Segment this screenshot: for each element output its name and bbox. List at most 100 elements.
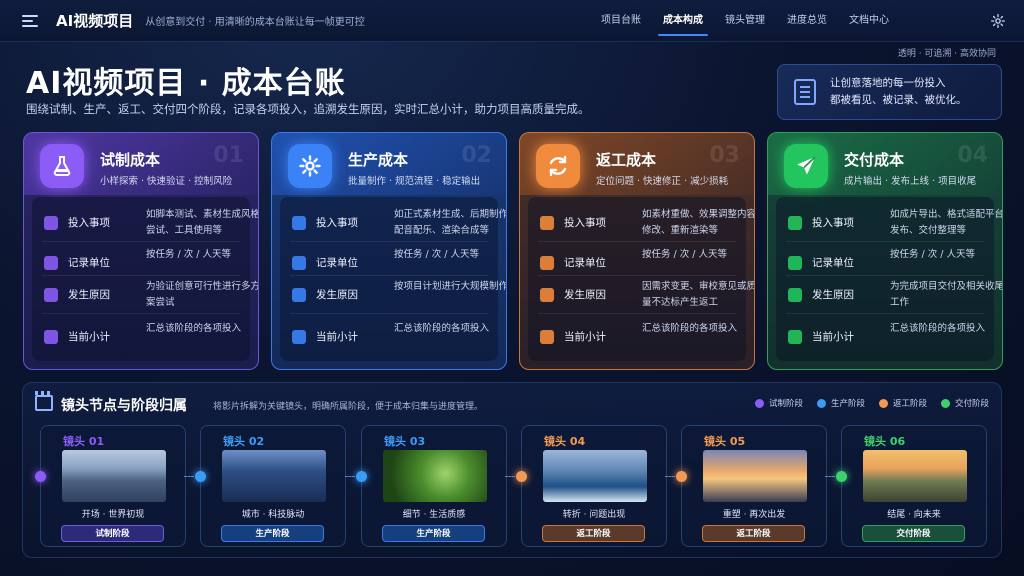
tab-project-ledger[interactable]: 项目台账 [590,0,652,42]
tab-shot-management[interactable]: 镜头管理 [714,0,776,42]
legend-dot [816,398,826,408]
shot-label: 镜头 05 [704,435,746,448]
timeline-node [836,471,847,482]
card-row: 当前小计 汇总该阶段的各项投入 [528,321,746,353]
row-value: 因需求变更、审校意见或质量不达标产生返工 [642,281,755,308]
shot-thumbnail[interactable] [383,450,487,502]
shot-thumbnail[interactable] [703,450,807,502]
menu-icon[interactable] [22,14,38,27]
shot-card[interactable]: 镜头 02 城市 · 科技脉动 生产阶段 [200,425,346,547]
app-subtitle: 从创意到交付 · 用清晰的成本台账让每一帧更可控 [145,17,365,28]
card-body: 投入事项 如成片导出、格式适配平台发布、交付整理等 记录单位 按任务 / 次 / 人天… [776,197,1002,361]
form-icon [788,216,802,230]
shot-card[interactable]: 镜头 05 重塑 · 再次出发 返工阶段 [681,425,827,547]
tab-progress-overview[interactable]: 进度总览 [776,0,838,42]
card-subtitle: 批量制作 · 规范流程 · 稳定输出 [348,176,481,187]
shot-stage-badge[interactable]: 生产阶段 [221,525,324,542]
timeline-node [35,471,46,482]
shot-stage-badge[interactable]: 交付阶段 [862,525,965,542]
flask-icon [40,144,84,188]
legend-dot [754,398,764,408]
calendar-icon [292,256,306,270]
clapperboard-icon [35,391,53,411]
divider [42,313,240,314]
stage-card-01[interactable]: 试制成本 小样探索 · 快速验证 · 控制风险 01 投入事项 如脚本测试、素材生成风格… [23,132,259,370]
divider [290,313,488,314]
divider [42,275,240,276]
shot-timeline: 镜头节点与阶段归属 将影片拆解为关键镜头，明确所属阶段，便于成本归集与进度管理。… [22,382,1002,558]
stage-legend: 试制阶段 生产阶段 返工阶段 交付阶段 [741,397,989,409]
quote-line-2: 都被看见、被记录、被优化。 [830,94,967,106]
card-header: 试制成本 小样探索 · 快速验证 · 控制风险 01 [24,133,258,195]
tagline: 透明 · 可追溯 · 高效协同 [897,49,996,59]
shot-stage-badge[interactable]: 返工阶段 [702,525,805,542]
main-nav: 项目台账 成本构成 镜头管理 进度总览 文档中心 [590,0,900,42]
legend-label: 返工阶段 [892,399,927,409]
alert-icon [292,288,306,302]
legend-item: 试制阶段 [754,397,803,409]
shot-thumbnail[interactable] [863,450,967,502]
legend-dot [878,398,888,408]
calendar-icon [44,256,58,270]
stage-card-02[interactable]: 生产成本 批量制作 · 规范流程 · 稳定输出 02 投入事项 如正式素材生成、后期制作… [271,132,507,370]
card-subtitle: 成片输出 · 发布上线 · 项目收尾 [844,176,977,187]
shot-stage-badge[interactable]: 试制阶段 [61,525,164,542]
card-row: 投入事项 如正式素材生成、后期制作配音配乐、渲染合成等 [280,207,506,239]
row-label: 记录单位 [68,257,110,269]
row-label: 投入事项 [316,217,358,229]
divider [538,313,736,314]
card-row: 当前小计 汇总该阶段的各项投入 [32,321,250,353]
gear-icon[interactable] [990,13,1006,29]
shot-label: 镜头 02 [223,435,265,448]
row-label: 记录单位 [316,257,358,269]
shot-card[interactable]: 镜头 01 开场 · 世界初现 试制阶段 [40,425,186,547]
row-value: 按任务 / 次 / 人天等 [890,249,975,260]
stage-card-04[interactable]: 交付成本 成片输出 · 发布上线 · 项目收尾 04 投入事项 如成片导出、格式适配平台… [767,132,1003,370]
card-header: 生产成本 批量制作 · 规范流程 · 稳定输出 02 [272,133,506,195]
legend-label: 交付阶段 [954,399,989,409]
row-value: 如成片导出、格式适配平台发布、交付整理等 [890,209,1003,236]
card-row: 发生原因 为完成项目交付及相关收尾工作 [776,279,1002,311]
calendar-icon [788,256,802,270]
divider [786,275,984,276]
legend-label: 试制阶段 [768,399,803,409]
shot-card[interactable]: 镜头 04 转折 · 问题出现 返工阶段 [521,425,667,547]
timeline-description: 将影片拆解为关键镜头，明确所属阶段，便于成本归集与进度管理。 [213,402,484,412]
shot-stage-badge[interactable]: 返工阶段 [542,525,645,542]
timeline-connector [505,476,515,477]
row-value: 按任务 / 次 / 人天等 [642,249,727,260]
row-label: 投入事项 [68,217,110,229]
tab-cost-structure[interactable]: 成本构成 [652,0,714,42]
shot-thumbnail[interactable] [222,450,326,502]
row-label: 当前小计 [316,331,358,343]
shot-thumbnail[interactable] [543,450,647,502]
summary-icon [44,330,58,344]
row-label: 发生原因 [68,289,110,301]
row-label: 当前小计 [68,331,110,343]
row-label: 投入事项 [564,217,606,229]
divider [290,275,488,276]
timeline-node [356,471,367,482]
tab-document-center[interactable]: 文档中心 [838,0,900,42]
row-label: 发生原因 [812,289,854,301]
row-label: 记录单位 [564,257,606,269]
shot-stage-badge[interactable]: 生产阶段 [382,525,485,542]
shot-card[interactable]: 镜头 03 细节 · 生活质感 生产阶段 [361,425,507,547]
row-value: 如脚本测试、素材生成风格尝试、工具使用等 [146,209,259,236]
refresh-icon [536,144,580,188]
card-row: 发生原因 因需求变更、审校意见或质量不达标产生返工 [528,279,754,311]
shot-thumbnail[interactable] [62,450,166,502]
timeline-connector [184,476,194,477]
card-row: 投入事项 如素材重做、效果调整内容修改、重新渲染等 [528,207,754,239]
app-title: AI视频项目 [56,12,134,30]
stage-card-03[interactable]: 返工成本 定位问题 · 快速修正 · 减少损耗 03 投入事项 如素材重做、效果调整内容… [519,132,755,370]
divider [786,241,984,242]
shot-card[interactable]: 镜头 06 结尾 · 向未来 交付阶段 [841,425,987,547]
shot-label: 镜头 01 [63,435,105,448]
legend-dot [940,398,950,408]
row-value: 汇总该阶段的各项投入 [642,323,738,334]
shot-label: 镜头 03 [384,435,426,448]
form-icon [292,216,306,230]
shot-caption: 转折 · 问题出现 [562,510,626,520]
timeline-title: 镜头节点与阶段归属 [61,398,187,414]
